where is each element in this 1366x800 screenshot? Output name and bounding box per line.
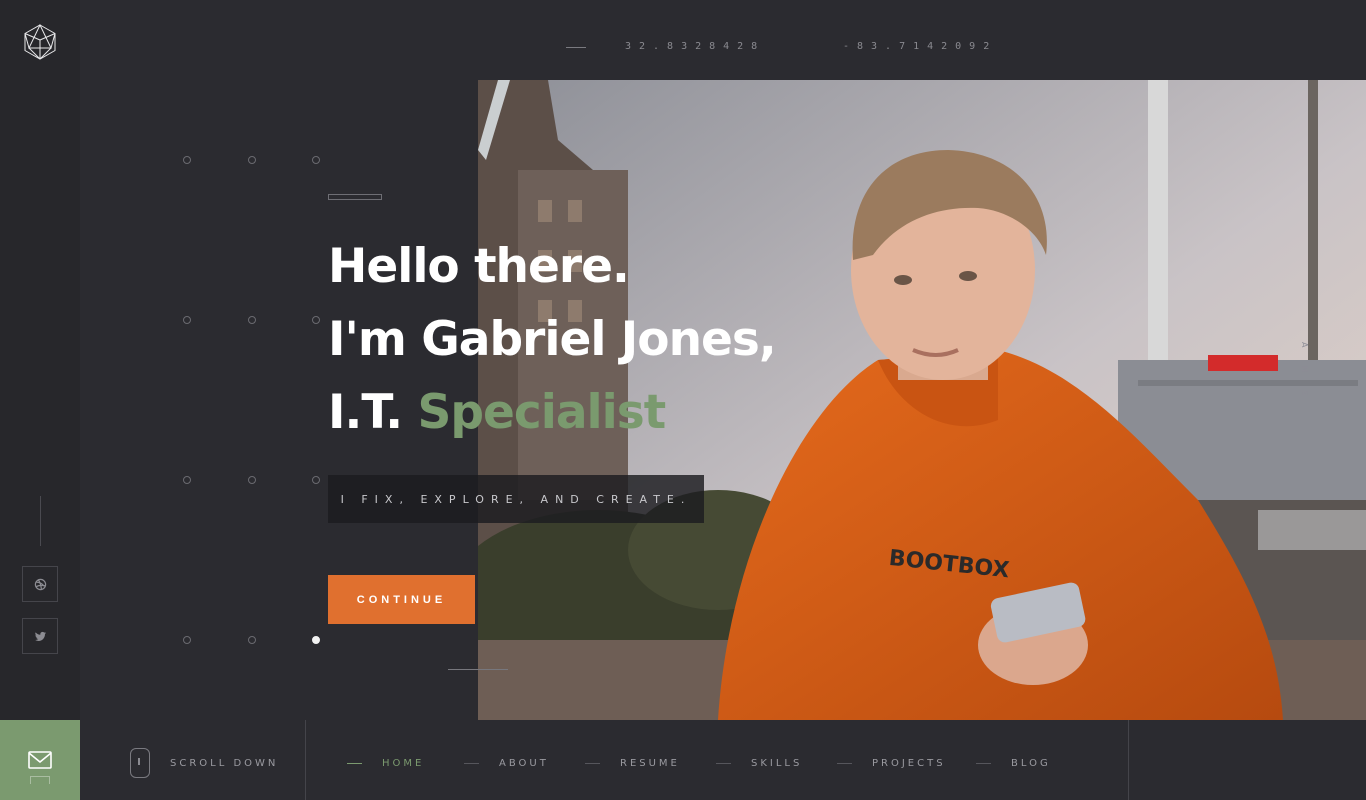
longitude-text: -83.7142092 — [843, 41, 998, 52]
headline-accent: Specialist — [417, 385, 666, 440]
scroll-down[interactable]: SCROLL DOWN — [80, 720, 306, 800]
mouse-icon — [130, 748, 150, 778]
grid-dot — [312, 156, 320, 164]
nav-label: BLOG — [1011, 758, 1051, 769]
grid-dot — [248, 316, 256, 324]
nav-label: ABOUT — [499, 758, 549, 769]
twitter-link[interactable] — [22, 618, 58, 654]
grid-dot — [183, 156, 191, 164]
headline-prefix: I.T. — [328, 385, 418, 440]
rail-divider — [40, 496, 41, 546]
hero-accent-rule — [328, 194, 382, 200]
continue-button[interactable]: CONTINUE — [328, 575, 475, 624]
photo-side-text: A N S — [1300, 342, 1309, 404]
hero-tagline: I FIX, EXPLORE, AND CREATE. — [328, 475, 704, 523]
grid-dot — [248, 156, 256, 164]
bottom-divider — [1128, 720, 1129, 800]
left-rail — [0, 0, 80, 720]
mail-button[interactable] — [0, 720, 80, 800]
nav-label: RESUME — [620, 758, 680, 769]
grid-dot — [312, 316, 320, 324]
hero-underline — [448, 669, 508, 670]
grid-dot-active — [312, 636, 320, 644]
headline-line-2: I'm Gabriel Jones, — [328, 312, 777, 367]
nav-about[interactable]: ABOUT — [464, 758, 549, 769]
grid-dot — [248, 636, 256, 644]
logo-icon[interactable] — [24, 23, 56, 60]
dribbble-link[interactable] — [22, 566, 58, 602]
bottom-bar: SCROLL DOWN HOME ABOUT RESUME SKILLS PRO… — [0, 720, 1366, 800]
scroll-down-label: SCROLL DOWN — [170, 758, 279, 769]
nav-label: HOME — [382, 758, 425, 769]
nav-projects[interactable]: PROJECTS — [837, 758, 946, 769]
grid-dot — [248, 476, 256, 484]
headline-line-3: I.T. Specialist — [328, 376, 776, 449]
nav-blog[interactable]: BLOG — [976, 758, 1051, 769]
page: 32.8328428 -83.7142092 BOOTBOX A N S Hel… — [0, 0, 1366, 800]
headline-line-1: Hello there. — [328, 239, 630, 294]
grid-dot — [312, 476, 320, 484]
hero-headline: Hello there. I'm Gabriel Jones, I.T. Spe… — [328, 230, 777, 449]
grid-dot — [183, 476, 191, 484]
grid-dot — [183, 636, 191, 644]
nav-resume[interactable]: RESUME — [585, 758, 680, 769]
coordinates-dash — [566, 47, 586, 48]
mail-ghost-icon — [30, 776, 50, 784]
nav-home[interactable]: HOME — [347, 758, 424, 769]
nav-label: SKILLS — [751, 758, 803, 769]
twitter-icon — [34, 631, 46, 641]
nav-label: PROJECTS — [872, 758, 946, 769]
latitude-text: 32.8328428 — [625, 41, 766, 52]
mail-icon — [28, 751, 52, 769]
nav-skills[interactable]: SKILLS — [716, 758, 802, 769]
grid-dot — [183, 316, 191, 324]
dribbble-icon — [34, 578, 46, 590]
